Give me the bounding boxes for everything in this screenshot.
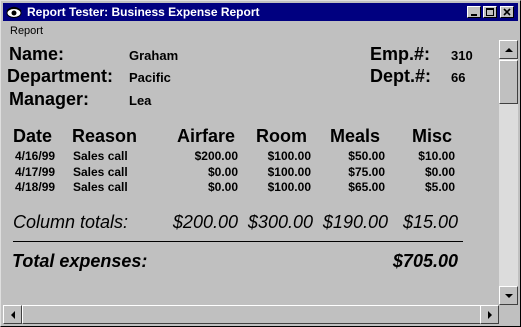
cell-misc: $0.00 — [424, 165, 455, 179]
cell-meals: $50.00 — [348, 149, 385, 163]
cell-meals: $75.00 — [348, 165, 385, 179]
cell-airfare: $200.00 — [194, 149, 238, 163]
header-date: Date — [13, 126, 53, 146]
cell-date: 4/16/99 — [15, 149, 56, 163]
total-room: $300.00 — [247, 212, 313, 232]
name-value: Graham — [129, 48, 179, 63]
column-totals-label: Column totals: — [13, 212, 129, 232]
header-reason: Reason — [72, 126, 138, 146]
cell-room: $100.00 — [267, 180, 311, 194]
horizontal-scrollbar[interactable] — [3, 305, 499, 324]
cell-date: 4/18/99 — [15, 180, 56, 194]
scroll-down-button[interactable] — [499, 286, 518, 305]
vertical-scroll-thumb[interactable] — [499, 60, 518, 104]
manager-value: Lea — [129, 93, 152, 108]
header-meals: Meals — [330, 126, 381, 146]
emp-no-value: 310 — [451, 48, 473, 63]
scroll-right-button[interactable] — [480, 305, 499, 324]
title-bar[interactable]: Report Tester: Business Expense Report — [3, 3, 518, 21]
header-misc: Misc — [412, 126, 453, 146]
name-label: Name: — [9, 44, 65, 64]
window-title: Report Tester: Business Expense Report — [27, 5, 260, 19]
cell-airfare: $0.00 — [207, 180, 238, 194]
size-grip — [499, 305, 518, 324]
header-room: Room — [256, 126, 307, 146]
cell-room: $100.00 — [267, 165, 311, 179]
dept-no-label: Dept.#: — [370, 66, 432, 86]
total-misc: $15.00 — [402, 212, 458, 232]
cell-reason: Sales call — [73, 180, 128, 194]
horizontal-scroll-thumb[interactable] — [22, 305, 482, 324]
vertical-scrollbar[interactable] — [499, 40, 518, 305]
scroll-up-button[interactable] — [499, 40, 518, 59]
minimize-icon — [471, 14, 477, 16]
close-icon — [503, 8, 511, 16]
cell-reason: Sales call — [73, 149, 128, 163]
minimize-button[interactable] — [467, 6, 481, 18]
total-expenses-value: $705.00 — [392, 251, 458, 271]
menu-report[interactable]: Report — [10, 25, 43, 37]
menu-bar: Report — [3, 22, 518, 40]
cell-reason: Sales call — [73, 165, 128, 179]
department-label: Department: — [7, 66, 114, 86]
maximize-button[interactable] — [483, 6, 497, 18]
arrow-right-icon — [488, 311, 492, 319]
arrow-up-icon — [505, 48, 513, 52]
cell-misc: $10.00 — [418, 149, 455, 163]
dept-no-value: 66 — [451, 70, 466, 85]
emp-no-label: Emp.#: — [370, 44, 431, 64]
total-airfare: $200.00 — [172, 212, 238, 232]
arrow-left-icon — [11, 311, 15, 319]
cell-room: $100.00 — [267, 149, 311, 163]
cell-misc: $5.00 — [424, 180, 455, 194]
manager-label: Manager: — [9, 89, 90, 109]
close-button[interactable] — [500, 6, 514, 18]
cell-date: 4/17/99 — [15, 165, 56, 179]
cell-meals: $65.00 — [348, 180, 385, 194]
total-expenses-label: Total expenses: — [12, 251, 148, 271]
scroll-left-button[interactable] — [3, 305, 22, 324]
totals-divider — [13, 241, 463, 242]
report-window: Report Tester: Business Expense Report R… — [0, 0, 521, 327]
cell-airfare: $0.00 — [207, 165, 238, 179]
total-meals: $190.00 — [322, 212, 388, 232]
arrow-down-icon — [505, 294, 513, 298]
header-airfare: Airfare — [177, 126, 236, 146]
eye-app-icon[interactable] — [6, 5, 22, 19]
department-value: Pacific — [129, 70, 171, 85]
maximize-icon — [486, 8, 494, 16]
report-content: Name: Graham Department: Pacific Manager… — [3, 40, 499, 305]
